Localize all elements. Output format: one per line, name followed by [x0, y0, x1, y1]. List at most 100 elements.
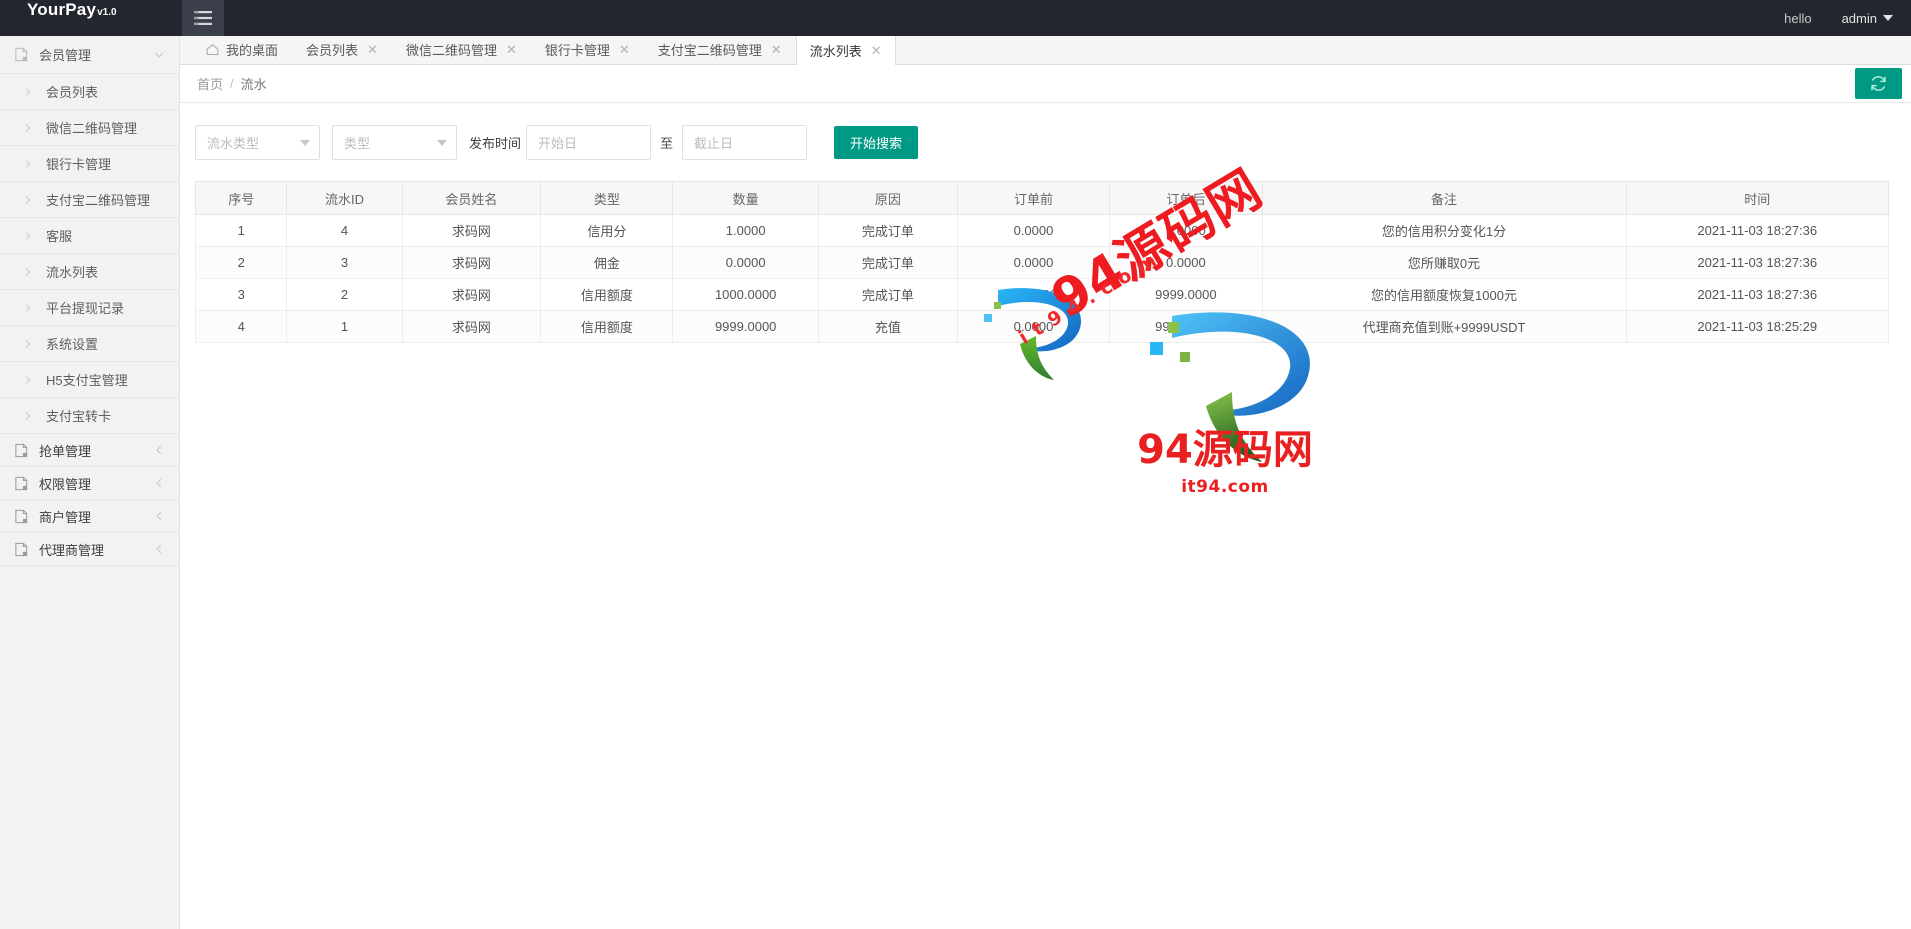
tab-my-desktop[interactable]: 我的桌面 — [192, 36, 292, 64]
cell-member: 求码网 — [401, 278, 542, 311]
publish-time-label: 发布时间 — [469, 136, 522, 151]
table-row[interactable]: 1 4 求码网 信用分 1.0000 完成订单 0.0000 1.0000 您的… — [194, 214, 1890, 247]
chevron-down-icon — [437, 139, 447, 146]
breadcrumb-item-current: 流水 — [240, 77, 267, 92]
sidebar-item-bank-card-management[interactable]: 银行卡管理 — [0, 146, 179, 182]
sidebar-group-order-grab-management[interactable]: 抢单管理 — [0, 434, 179, 467]
cell-seq: 4 — [194, 310, 288, 343]
end-date-input[interactable]: 截止日 — [682, 125, 808, 160]
cell-reason: 充值 — [817, 310, 958, 343]
cell-reason: 完成订单 — [817, 278, 958, 311]
cell-reason: 完成订单 — [817, 214, 958, 247]
sidebar-item-system-settings[interactable]: 系统设置 — [0, 326, 179, 362]
sidebar-group-label: 代理商管理 — [39, 542, 105, 558]
column-header-before-order: 订单前 — [956, 181, 1111, 215]
sidebar-group-member-management[interactable]: 会员管理 — [0, 36, 179, 74]
sidebar-submenu-member-management: 会员列表 微信二维码管理 银行卡管理 支付宝二维码管理 客服 流水列表 平台提现… — [0, 74, 179, 434]
user-menu[interactable]: admin — [1842, 11, 1893, 26]
top-header-bar: YourPay v1.0 hello admin — [0, 0, 1911, 36]
hamburger-icon[interactable] — [182, 0, 224, 36]
tab-flow-list[interactable]: 流水列表 ✕ — [795, 36, 896, 65]
cell-type: 信用额度 — [540, 310, 674, 343]
tab-wechat-qr-management[interactable]: 微信二维码管理 ✕ — [392, 36, 531, 64]
end-date-placeholder: 截止日 — [694, 136, 734, 151]
table-header: 序号 流水ID 会员姓名 类型 数量 原因 订单前 订单后 备注 时间 — [194, 181, 1890, 215]
tab-close-icon[interactable]: ✕ — [506, 43, 517, 56]
tab-alipay-qr-management[interactable]: 支付宝二维码管理 ✕ — [644, 36, 796, 64]
chevron-right-icon — [23, 267, 33, 277]
sidebar-item-member-list[interactable]: 会员列表 — [0, 74, 179, 110]
tab-label: 会员列表 — [306, 43, 359, 58]
start-date-placeholder: 开始日 — [538, 136, 578, 151]
sidebar-item-label: 流水列表 — [46, 265, 99, 280]
chevron-right-icon — [23, 411, 33, 421]
tab-close-icon[interactable]: ✕ — [619, 43, 630, 56]
column-header-after-order: 订单后 — [1109, 181, 1263, 215]
column-header-flow-id: 流水ID — [286, 181, 403, 215]
sidebar-item-label: 支付宝转卡 — [46, 409, 112, 424]
cell-type: 信用分 — [540, 214, 674, 247]
sidebar-nav[interactable]: 会员管理 会员列表 微信二维码管理 银行卡管理 支付宝二维码管理 客服 流水列表… — [0, 36, 180, 929]
breadcrumb-item-home[interactable]: 首页 — [197, 74, 223, 93]
sidebar-group-agent-management[interactable]: 代理商管理 — [0, 533, 179, 566]
column-header-member-name: 会员姓名 — [401, 181, 542, 215]
cell-remark: 您所赚取0元 — [1261, 246, 1627, 279]
sidebar-group-permission-management[interactable]: 权限管理 — [0, 467, 179, 500]
flow-type-select[interactable]: 流水类型 — [195, 125, 320, 160]
start-date-input[interactable]: 开始日 — [526, 125, 652, 160]
tab-bar: 我的桌面 会员列表 ✕ 微信二维码管理 ✕ 银行卡管理 ✕ 支付宝二维码管理 ✕… — [180, 36, 1911, 65]
column-header-seq: 序号 — [194, 181, 288, 215]
greeting-text: hello — [1784, 10, 1812, 26]
sidebar-item-flow-list[interactable]: 流水列表 — [0, 254, 179, 290]
sidebar-item-customer-service[interactable]: 客服 — [0, 218, 179, 254]
cell-after: 0.0000 — [1109, 246, 1263, 279]
cell-flow-id: 4 — [286, 214, 403, 247]
document-icon — [14, 443, 29, 458]
cell-type: 信用额度 — [540, 278, 674, 311]
chevron-down-icon — [300, 139, 310, 146]
sidebar-item-wechat-qr-management[interactable]: 微信二维码管理 — [0, 110, 179, 146]
search-button[interactable]: 开始搜索 — [834, 126, 919, 159]
cell-member: 求码网 — [401, 246, 542, 279]
table-row[interactable]: 4 1 求码网 信用额度 9999.0000 充值 0.0000 9999.00… — [194, 310, 1890, 343]
cell-before: 0.0000 — [956, 310, 1111, 343]
chevron-left-icon — [153, 510, 165, 522]
cell-seq: 3 — [194, 278, 288, 311]
refresh-button[interactable] — [1855, 68, 1902, 99]
chevron-left-icon — [153, 444, 165, 456]
cell-time: 2021-11-03 18:27:36 — [1625, 278, 1890, 311]
table-row[interactable]: 3 2 求码网 信用额度 1000.0000 完成订单 8999.0000 99… — [194, 278, 1890, 311]
tab-member-list[interactable]: 会员列表 ✕ — [292, 36, 392, 64]
home-icon — [206, 43, 219, 56]
refresh-icon — [1869, 74, 1888, 93]
chevron-right-icon — [23, 195, 33, 205]
sidebar-item-platform-withdraw-records[interactable]: 平台提现记录 — [0, 290, 179, 326]
cell-flow-id: 3 — [286, 246, 403, 279]
flow-records-table: 序号 流水ID 会员姓名 类型 数量 原因 订单前 订单后 备注 时间 1 4 … — [194, 181, 1890, 343]
chevron-right-icon — [23, 87, 33, 97]
tab-close-icon[interactable]: ✕ — [771, 43, 782, 56]
sidebar-item-h5-alipay-management[interactable]: H5支付宝管理 — [0, 362, 179, 398]
chevron-right-icon — [23, 339, 33, 349]
sidebar-item-label: 系统设置 — [46, 337, 99, 352]
sidebar-item-alipay-qr-management[interactable]: 支付宝二维码管理 — [0, 182, 179, 218]
tab-close-icon[interactable]: ✕ — [367, 43, 378, 56]
chevron-right-icon — [23, 159, 33, 169]
tab-label: 银行卡管理 — [544, 43, 610, 58]
table-body: 1 4 求码网 信用分 1.0000 完成订单 0.0000 1.0000 您的… — [194, 214, 1890, 343]
sidebar-group-merchant-management[interactable]: 商户管理 — [0, 500, 179, 533]
cell-time: 2021-11-03 18:27:36 — [1625, 214, 1890, 247]
type-select[interactable]: 类型 — [332, 125, 457, 160]
tab-bank-card-management[interactable]: 银行卡管理 ✕ — [531, 36, 644, 64]
table-row[interactable]: 2 3 求码网 佣金 0.0000 完成订单 0.0000 0.0000 您所赚… — [194, 246, 1890, 279]
tab-close-icon[interactable]: ✕ — [871, 44, 882, 57]
cell-flow-id: 2 — [286, 278, 403, 311]
type-select-value: 类型 — [344, 136, 371, 151]
column-header-time: 时间 — [1625, 181, 1890, 215]
cell-remark: 代理商充值到账+9999USDT — [1261, 310, 1627, 343]
column-header-type: 类型 — [540, 181, 674, 215]
brand-logo[interactable]: YourPay v1.0 — [0, 0, 180, 36]
sidebar-item-alipay-to-card[interactable]: 支付宝转卡 — [0, 398, 179, 434]
sidebar-group-label: 商户管理 — [39, 509, 92, 525]
cell-after: 1.0000 — [1109, 214, 1263, 247]
